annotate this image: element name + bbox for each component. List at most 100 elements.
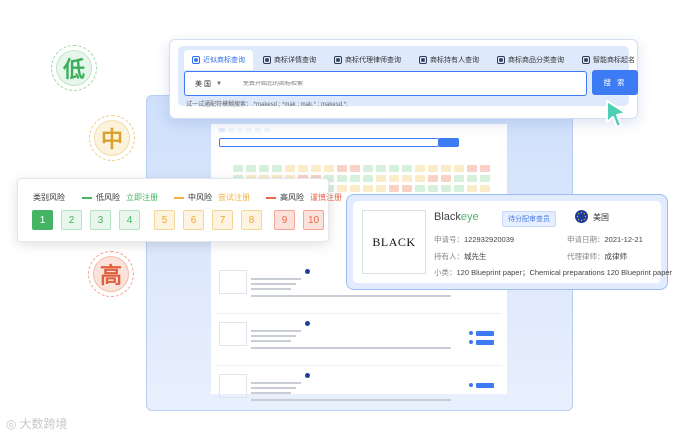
preview-grid-cell	[337, 165, 347, 172]
search-tab[interactable]: 智能商标起名	[574, 50, 643, 70]
preview-grid-cell	[363, 165, 373, 172]
search-tab-label: 商标代理律师查询	[345, 57, 401, 64]
flag-icon	[305, 321, 310, 326]
preview-search-box	[219, 138, 439, 147]
preview-grid-cell	[389, 165, 399, 172]
risk-class-box[interactable]: 6	[183, 210, 204, 230]
preview-grid-cell	[415, 185, 425, 192]
preview-tab	[237, 128, 243, 132]
trademark-detail-body: BLACK Blackeye 待分配审查员 美国 申请号：12293292003…	[353, 201, 672, 283]
risk-class-boxes: 1 2 3 4 5 6 7 8 9 10	[32, 210, 324, 230]
search-tab[interactable]: 商标持有人查询	[411, 50, 487, 70]
preview-grid-cell	[480, 165, 490, 172]
preview-grid-cell	[259, 165, 269, 172]
tab-icon	[192, 56, 200, 64]
preview-grid-cell	[480, 185, 490, 192]
preview-grid-cell	[350, 185, 360, 192]
brand-name-prefix: Black	[434, 211, 461, 223]
preview-logo	[219, 270, 247, 294]
preview-grid-cell	[246, 165, 256, 172]
preview-logo	[219, 322, 247, 346]
chevron-down-icon: ▼	[215, 80, 222, 87]
tab-icon	[263, 56, 271, 64]
country-select-label: 美 国	[195, 80, 211, 88]
preview-grid-cell	[467, 165, 477, 172]
flag-icon	[305, 269, 310, 274]
risk-legend: 类别风险 低风险 立即注册 中风险 尝试注册 高风险 谨慎注册	[33, 192, 342, 203]
preview-tabs	[219, 128, 270, 132]
preview-grid-cell	[272, 165, 282, 172]
pointer-cursor-icon	[606, 100, 627, 128]
high-risk-swatch	[266, 196, 276, 199]
preview-grid-cell	[480, 175, 490, 182]
preview-grid-cell	[350, 175, 360, 182]
preview-grid-cell	[402, 185, 412, 192]
trademark-detail-card: BLACK Blackeye 待分配审查员 美国 申请号：12293292003…	[346, 194, 672, 290]
low-risk-text: 低风险	[96, 193, 120, 202]
mid-risk-text: 中风险	[188, 193, 212, 202]
search-tab[interactable]: 商标详情查询	[255, 50, 324, 70]
country-select[interactable]: 美 国 ▼	[185, 79, 243, 89]
preview-grid-cell	[415, 165, 425, 172]
high-risk-text: 高风险	[280, 193, 304, 202]
preview-tab	[246, 128, 252, 132]
preview-tab	[255, 128, 261, 132]
preview-grid-cell	[441, 165, 451, 172]
search-tab-label: 商标持有人查询	[430, 57, 479, 64]
preview-tab	[219, 128, 225, 132]
mid-risk-label: 中	[94, 120, 130, 156]
low-risk-circle: 低	[51, 45, 97, 91]
preview-grid-cell	[363, 185, 373, 192]
search-tab[interactable]: 近似商标查询	[184, 50, 253, 70]
preview-result-row	[217, 368, 502, 410]
search-button[interactable]: 搜 索	[592, 70, 638, 95]
preview-grid-cell	[441, 175, 451, 182]
flag-icon	[305, 373, 310, 378]
search-tab[interactable]: 商标代理律师查询	[326, 50, 409, 70]
preview-grid-cell	[337, 175, 347, 182]
country-name: 美国	[593, 213, 609, 222]
high-risk-circle: 高	[88, 251, 134, 297]
watermark-logo-icon: ◎	[6, 416, 17, 431]
risk-class-box[interactable]: 8	[241, 210, 262, 230]
preview-action-button	[476, 340, 494, 345]
high-risk-note: 谨慎注册	[310, 193, 342, 202]
tab-icon	[334, 56, 342, 64]
risk-class-box[interactable]: 4	[119, 210, 140, 230]
risk-class-box[interactable]: 3	[90, 210, 111, 230]
risk-class-box[interactable]: 7	[212, 210, 233, 230]
low-risk-swatch	[82, 196, 92, 199]
tab-icon	[582, 56, 590, 64]
risk-legend-card: 类别风险 低风险 立即注册 中风险 尝试注册 高风险 谨慎注册 12345678…	[17, 178, 342, 242]
preview-grid-cell	[337, 185, 347, 192]
low-risk-note: 立即注册	[126, 193, 158, 202]
preview-grid-cell	[285, 165, 295, 172]
preview-tab	[264, 128, 270, 132]
risk-class-box[interactable]: 9	[274, 210, 295, 230]
preview-grid-cell	[389, 175, 399, 182]
preview-grid-cell	[389, 185, 399, 192]
search-tab[interactable]: 商标商品分类查询	[489, 50, 572, 70]
preview-grid-cell	[376, 175, 386, 182]
mid-risk-note: 尝试注册	[218, 193, 250, 202]
subclass: 小类：120 Blueprint paper；Chemical preparat…	[434, 268, 673, 277]
risk-class-box[interactable]: 1	[32, 210, 53, 230]
risk-class-box[interactable]: 5	[154, 210, 175, 230]
preview-grid-cell	[467, 185, 477, 192]
search-tab-label: 近似商标查询	[203, 57, 245, 64]
preview-grid-cell	[402, 165, 412, 172]
preview-action-button	[476, 331, 494, 336]
search-row: 美 国 ▼ 搜 索	[184, 70, 638, 96]
preview-grid-cell	[363, 175, 373, 182]
preview-grid-cell	[311, 165, 321, 172]
brand-name[interactable]: Blackeye	[434, 211, 479, 223]
preview-search-button	[439, 138, 459, 147]
risk-class-box[interactable]: 2	[61, 210, 82, 230]
preview-grid-cell	[454, 185, 464, 192]
risk-class-box[interactable]: 10	[303, 210, 324, 230]
preview-grid-cell	[467, 175, 477, 182]
search-input[interactable]	[243, 80, 543, 87]
search-box: 美 国 ▼	[184, 71, 587, 96]
preview-grid-cell	[415, 175, 425, 182]
brand-name-suffix: eye	[460, 211, 479, 223]
